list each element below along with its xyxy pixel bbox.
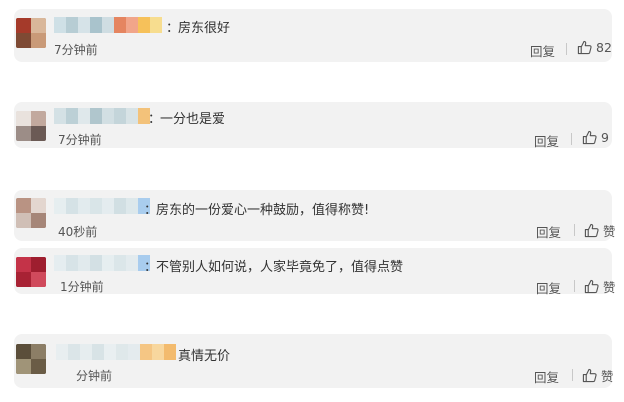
- like-button[interactable]: 赞: [582, 366, 614, 385]
- timestamp: 40秒前: [58, 225, 98, 239]
- divider: [574, 280, 575, 292]
- username-blurred[interactable]: [54, 255, 150, 271]
- avatar[interactable]: [16, 18, 46, 48]
- reply-button[interactable]: 回复: [536, 278, 561, 297]
- like-button[interactable]: 赞: [584, 221, 616, 240]
- reply-button[interactable]: 回复: [534, 131, 559, 150]
- timestamp: 7分钟前: [54, 43, 98, 57]
- comment-card-3: ： 房东的一份爱心一种鼓励，值得称赞! 40秒前 回复 赞: [14, 190, 616, 241]
- timestamp: 1分钟前: [60, 280, 104, 294]
- comment-card-4: ： 不管别人如何说，人家毕竟免了，值得点赞 1分钟前 回复 赞: [14, 248, 616, 297]
- username-blurred[interactable]: [54, 198, 150, 214]
- avatar[interactable]: [16, 344, 46, 374]
- reply-button[interactable]: 回复: [536, 222, 561, 241]
- thumbs-up-icon: [577, 40, 592, 55]
- like-count: 赞: [603, 280, 616, 295]
- reply-button[interactable]: 回复: [530, 41, 555, 60]
- like-count: 赞: [603, 224, 616, 239]
- avatar[interactable]: [16, 257, 46, 287]
- thumbs-up-icon: [584, 279, 599, 294]
- like-button[interactable]: 赞: [584, 277, 616, 296]
- comment-text: 真情无价: [178, 349, 231, 364]
- divider: [572, 369, 573, 381]
- timestamp: 7分钟前: [58, 133, 102, 147]
- like-count: 赞: [601, 369, 614, 384]
- comment-card-2: ： 一分也是爱 7分钟前 回复 9: [14, 102, 612, 150]
- thumbs-up-icon: [582, 368, 597, 383]
- divider: [574, 224, 575, 236]
- comment-text: 不管别人如何说，人家毕竟免了，值得点赞: [156, 260, 404, 275]
- comment-text: 一分也是爱: [160, 112, 226, 127]
- reply-button[interactable]: 回复: [534, 367, 559, 386]
- like-button[interactable]: 9: [582, 130, 609, 145]
- comment-text: 房东的一份爱心一种鼓励，值得称赞!: [156, 203, 370, 218]
- like-button[interactable]: 82: [577, 40, 612, 55]
- thumbs-up-icon: [584, 223, 599, 238]
- divider: [571, 133, 572, 145]
- username-blurred[interactable]: [56, 344, 176, 360]
- comment-card-5: 真情无价 分钟前 回复 赞: [14, 334, 614, 388]
- avatar[interactable]: [16, 198, 46, 228]
- timestamp: 分钟前: [76, 369, 113, 383]
- thumbs-up-icon: [582, 130, 597, 145]
- username-blurred[interactable]: [54, 17, 162, 33]
- comment-card-1: ： 房东很好 7分钟前 回复 82: [14, 9, 612, 62]
- avatar[interactable]: [16, 111, 46, 141]
- like-count: 9: [601, 130, 609, 145]
- like-count: 82: [596, 40, 612, 55]
- comment-text: 房东很好: [178, 21, 231, 36]
- username-blurred[interactable]: [54, 108, 150, 124]
- divider: [566, 43, 567, 55]
